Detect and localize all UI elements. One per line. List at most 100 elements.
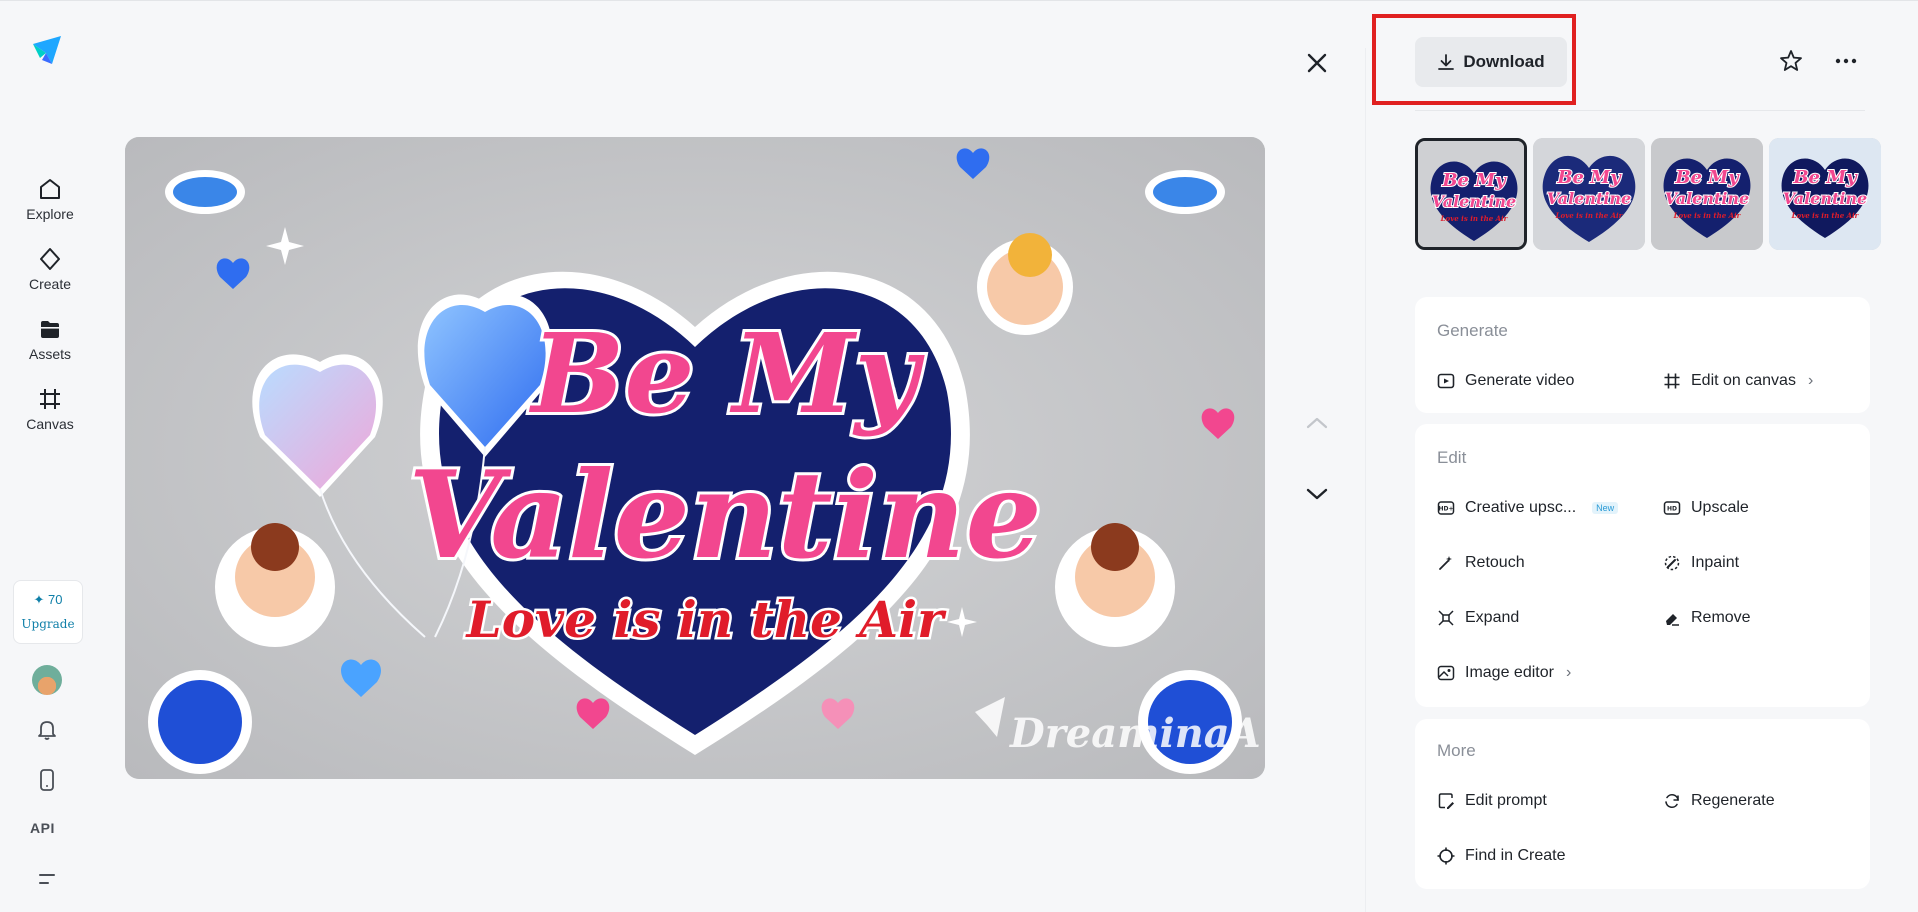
creative-upscale-label: Creative upsc... (1465, 499, 1577, 516)
generate-title: Generate (1437, 321, 1508, 340)
chevron-down-icon[interactable] (1302, 479, 1332, 509)
more-card: More Edit prompt Regenerate Find in Crea… (1415, 719, 1870, 889)
nav-create[interactable]: Create (10, 246, 90, 306)
regenerate-label: Regenerate (1691, 792, 1775, 809)
play-square-icon (1437, 373, 1455, 389)
upscale-button[interactable]: HD Upscale (1663, 494, 1749, 522)
svg-text:Be My: Be My (1556, 167, 1622, 188)
regenerate-button[interactable]: Regenerate (1663, 787, 1775, 815)
top-border (0, 0, 1918, 1)
close-icon[interactable] (1302, 48, 1332, 78)
edit-on-canvas-label: Edit on canvas (1691, 372, 1796, 389)
download-button[interactable]: Download (1415, 37, 1567, 87)
credits-count: ✦ 70 (33, 592, 63, 607)
svg-text:HD+: HD+ (1438, 506, 1453, 513)
mobile-icon[interactable] (34, 767, 60, 793)
tagline: Love is in the Air (465, 590, 948, 649)
svg-text:Valentine: Valentine (1665, 189, 1749, 208)
edit-card: Edit HD+ Creative upsc... New HD Upscale… (1415, 424, 1870, 707)
nav-assets-label: Assets (28, 346, 71, 362)
headline-top: Be My (529, 309, 926, 438)
find-in-create-label: Find in Create (1465, 847, 1566, 864)
edit-on-canvas-button[interactable]: Edit on canvas › (1663, 367, 1813, 395)
expand-label: Expand (1465, 609, 1520, 626)
canvas-icon (40, 389, 60, 409)
upgrade-link[interactable]: Upgrade (14, 617, 82, 631)
image-edit-icon (1437, 665, 1455, 681)
folder-icon (41, 321, 59, 338)
target-icon (1437, 847, 1455, 865)
generated-image: Be My Valentine Love is in the Air Dream… (125, 137, 1265, 779)
image-editor-label: Image editor (1465, 664, 1554, 681)
canvas-icon (1664, 373, 1680, 389)
svg-text:Valentine: Valentine (1432, 192, 1516, 211)
bell-icon[interactable] (34, 716, 60, 742)
thumbnail-art: Be My Valentine Love is in the Air (1418, 141, 1524, 247)
more-options-icon[interactable] (1832, 50, 1860, 72)
svg-text:Love is in the Air: Love is in the Air (1673, 211, 1742, 220)
remove-button[interactable]: Remove (1663, 604, 1751, 632)
chevron-up-icon[interactable] (1302, 408, 1332, 438)
edit-prompt-label: Edit prompt (1465, 792, 1547, 809)
retouch-label: Retouch (1465, 554, 1525, 571)
app-logo-icon[interactable] (30, 34, 64, 68)
expand-icon (1438, 610, 1454, 626)
diamond-icon (40, 248, 60, 270)
menu-icon[interactable] (34, 866, 60, 892)
thumbnail-2[interactable]: Be My Valentine Love is in the Air (1533, 138, 1645, 250)
inpaint-button[interactable]: Inpaint (1663, 549, 1739, 577)
eraser-icon (1666, 614, 1679, 626)
upscale-label: Upscale (1691, 499, 1749, 516)
header-separator (1415, 110, 1865, 111)
find-in-create-button[interactable]: Find in Create (1437, 842, 1566, 870)
expand-button[interactable]: Expand (1437, 604, 1519, 632)
headline-main: Valentine (408, 445, 1042, 586)
thumbnail-art: Be My Valentine Love is in the Air (1769, 138, 1881, 250)
image-editor-button[interactable]: Image editor › (1437, 659, 1571, 687)
nav-explore[interactable]: Explore (10, 176, 90, 236)
svg-text:Be My: Be My (1441, 170, 1507, 191)
thumbnail-1[interactable]: Be My Valentine Love is in the Air (1415, 138, 1527, 250)
star-icon[interactable] (1778, 48, 1804, 74)
valentine-artwork: Be My Valentine Love is in the Air Dream… (125, 137, 1265, 779)
thumbnail-art: Be My Valentine Love is in the Air (1533, 138, 1645, 250)
svg-text:Valentine: Valentine (1547, 189, 1631, 208)
thumbnail-3[interactable]: Be My Valentine Love is in the Air (1651, 138, 1763, 250)
nav-assets[interactable]: Assets (10, 316, 90, 376)
chevron-right-icon: › (1807, 372, 1814, 389)
magic-wand-icon (1439, 556, 1452, 570)
retouch-button[interactable]: Retouch (1437, 549, 1525, 577)
generate-card: Generate Generate video Edit on canvas › (1415, 297, 1870, 413)
generate-video-label: Generate video (1465, 372, 1575, 389)
watermark: DreaminaA (1009, 710, 1261, 757)
thumbnail-strip: Be My Valentine Love is in the Air Be My… (1415, 138, 1881, 252)
inpaint-label: Inpaint (1691, 554, 1740, 571)
panel-divider (1365, 48, 1366, 912)
svg-text:Valentine: Valentine (1783, 189, 1867, 208)
generate-video-button[interactable]: Generate video (1437, 367, 1574, 395)
credits-upgrade-box[interactable]: ✦ 70 Upgrade (13, 580, 83, 644)
home-icon (40, 179, 60, 199)
edit-prompt-button[interactable]: Edit prompt (1437, 787, 1547, 815)
nav-explore-label: Explore (26, 206, 74, 222)
edit-prompt-icon (1438, 793, 1454, 809)
new-badge: New (1592, 502, 1619, 514)
download-icon (1438, 54, 1455, 70)
hd-icon: HD (1663, 501, 1681, 515)
nav-canvas[interactable]: Canvas (10, 386, 90, 446)
svg-text:HD: HD (1667, 506, 1677, 513)
svg-text:Be My: Be My (1792, 167, 1858, 188)
brush-icon (1664, 555, 1680, 571)
download-label: Download (1463, 52, 1545, 71)
chevron-right-icon: › (1565, 664, 1572, 681)
avatar[interactable] (32, 665, 62, 695)
api-link[interactable]: API (30, 820, 55, 836)
more-title: More (1437, 741, 1476, 760)
edit-title: Edit (1437, 448, 1467, 467)
refresh-icon (1665, 793, 1679, 809)
thumbnail-4[interactable]: Be My Valentine Love is in the Air (1769, 138, 1881, 250)
remove-label: Remove (1691, 609, 1751, 626)
creative-upscale-button[interactable]: HD+ Creative upsc... New (1437, 494, 1619, 522)
nav-create-label: Create (28, 276, 72, 292)
svg-text:Love is in the Air: Love is in the Air (1440, 214, 1509, 223)
